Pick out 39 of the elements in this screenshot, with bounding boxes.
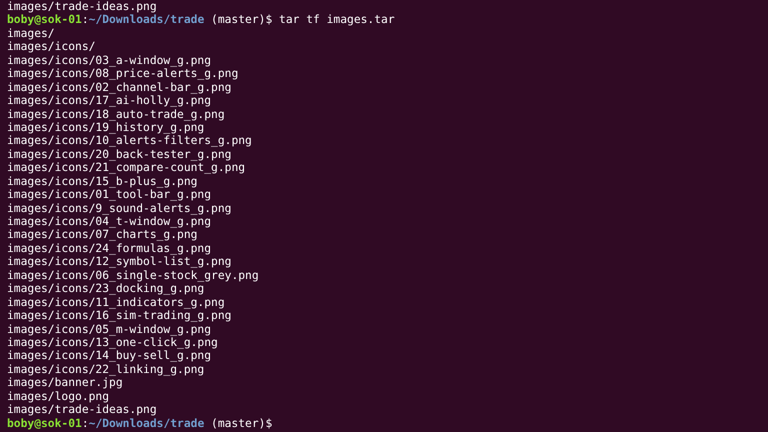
output-line: images/icons/21_compare-count_g.png bbox=[7, 161, 246, 175]
output-line: images/icons/07_charts_g.png bbox=[7, 228, 198, 242]
prompt-branch: (master)$ bbox=[211, 416, 272, 430]
output-line: images/icons/18_auto-trade_g.png bbox=[7, 108, 225, 121]
output-line: images/icons/9_sound-alerts_g.png bbox=[7, 202, 232, 215]
output-line: images/trade-ideas.png bbox=[7, 403, 157, 417]
output-line: images/icons/23_docking_g.png bbox=[7, 282, 204, 296]
output-line: images/icons/02_channel-bar_g.png bbox=[7, 80, 232, 94]
output-line: images/icons/17_ai-holly_g.png bbox=[7, 94, 212, 108]
output-line: images/icons/14_buy-sell_g.png bbox=[7, 349, 212, 363]
prompt-separator: : bbox=[82, 13, 89, 27]
output-line: images/ bbox=[7, 26, 55, 40]
output-line: images/icons/15_b-plus_g.png bbox=[7, 174, 198, 188]
output-line: images/icons/16_sim-trading_g.png bbox=[7, 309, 232, 322]
output-line: images/icons/06_single-stock_grey.png bbox=[7, 268, 259, 282]
prompt-path: ~/Downloads/trade bbox=[88, 13, 204, 27]
output-line: images/icons/05_m-window_g.png bbox=[7, 322, 212, 336]
prompt-separator: : bbox=[82, 416, 89, 430]
output-line: images/icons/20_back-tester_g.png bbox=[7, 148, 232, 162]
output-line: images/icons/01_tool-bar_g.png bbox=[7, 188, 212, 202]
prompt-branch: (master)$ bbox=[211, 13, 272, 27]
output-line: images/icons/ bbox=[7, 40, 96, 54]
output-line: images/icons/10_alerts-filters_g.png bbox=[7, 134, 252, 148]
output-line: images/icons/03_a-window_g.png bbox=[7, 54, 212, 68]
output-line: images/icons/22_linking_g.png bbox=[7, 362, 204, 376]
output-line: images/icons/24_formulas_g.png bbox=[7, 242, 212, 256]
prompt-path: ~/Downloads/trade bbox=[88, 416, 204, 430]
prompt-user-host: boby@sok-01 bbox=[7, 13, 82, 27]
prompt-user-host: boby@sok-01 bbox=[7, 416, 82, 430]
output-line: images/trade-ideas.png bbox=[7, 0, 157, 14]
output-line: images/icons/13_one-click_g.png bbox=[7, 336, 218, 350]
command-text: tar tf images.tar bbox=[279, 13, 395, 27]
output-line: images/icons/04_t-window_g.png bbox=[7, 215, 212, 228]
output-line: images/logo.png bbox=[7, 390, 110, 404]
output-line: images/icons/08_price-alerts_g.png bbox=[7, 67, 238, 81]
output-line: images/icons/11_indicators_g.png bbox=[7, 296, 225, 310]
output-line: images/icons/12_symbol-list_g.png bbox=[7, 255, 232, 269]
output-line: images/icons/19_history_g.png bbox=[7, 120, 204, 134]
output-line: images/banner.jpg bbox=[7, 376, 123, 390]
